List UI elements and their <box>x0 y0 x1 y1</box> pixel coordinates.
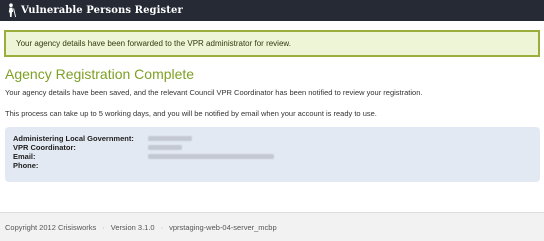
detail-label: Administering Local Government: <box>13 134 134 143</box>
info-paragraph: This process can take up to 5 working da… <box>5 109 377 118</box>
footer-copyright: Copyright 2012 Crisisworks <box>5 222 97 232</box>
redacted-value <box>148 154 274 159</box>
agency-details-panel: Administering Local Government: VPR Coor… <box>5 127 540 182</box>
person-with-cane-icon <box>5 3 17 18</box>
detail-label: Email: <box>13 152 36 161</box>
top-navbar: Vulnerable Persons Register <box>0 0 544 21</box>
footer-version: Version 3.1.0 <box>110 222 155 232</box>
success-alert: Your agency details have been forwarded … <box>4 30 540 57</box>
redacted-value <box>148 145 182 150</box>
footer-separator: · <box>160 222 164 232</box>
detail-label: VPR Coordinator: <box>13 143 76 152</box>
detail-row-phone: Phone: <box>13 161 540 170</box>
redacted-value <box>148 136 192 141</box>
detail-label: Phone: <box>13 161 39 170</box>
alert-message: Your agency details have been forwarded … <box>16 39 291 48</box>
page-title: Agency Registration Complete <box>5 66 195 82</box>
footer-server: vprstaging-web-04-server_mcbp <box>169 222 277 232</box>
detail-row-local-government: Administering Local Government: <box>13 134 540 143</box>
detail-row-email: Email: <box>13 152 540 161</box>
footer: Copyright 2012 Crisisworks · Version 3.1… <box>0 212 544 241</box>
info-paragraph: Your agency details have been saved, and… <box>5 88 423 97</box>
footer-separator: · <box>102 222 105 232</box>
detail-row-coordinator: VPR Coordinator: <box>13 143 540 152</box>
app-brand[interactable]: Vulnerable Persons Register <box>21 5 183 16</box>
